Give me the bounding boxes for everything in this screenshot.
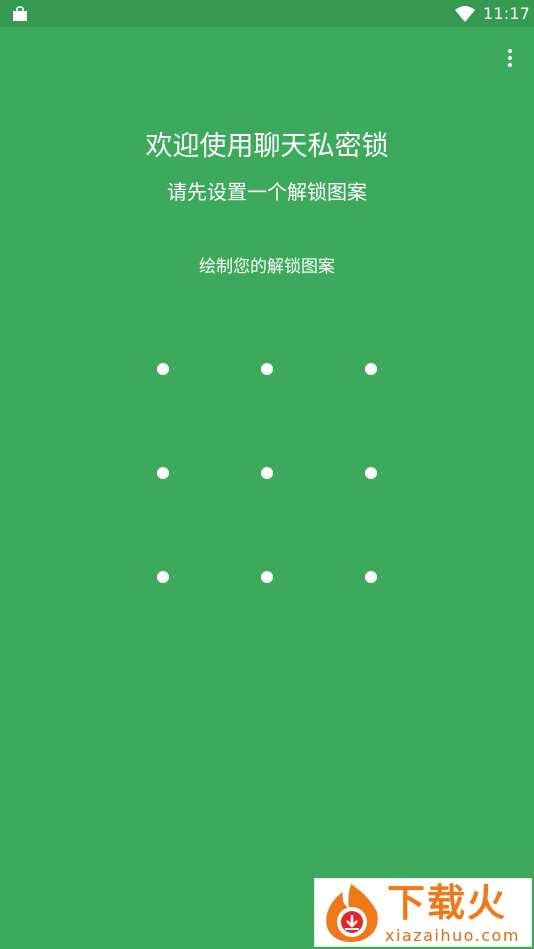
- pattern-dot-2[interactable]: [215, 317, 319, 421]
- status-time: 11:17: [483, 4, 531, 23]
- pattern-dot-3[interactable]: [319, 317, 423, 421]
- more-vert-icon-dot: [508, 56, 512, 60]
- pattern-dot-1[interactable]: [111, 317, 215, 421]
- pattern-dot-5[interactable]: [215, 421, 319, 525]
- flame-download-icon: [326, 884, 378, 942]
- more-vert-icon: [508, 49, 512, 53]
- setup-subtitle: 请先设置一个解锁图案: [167, 180, 367, 204]
- shopping-bag-icon: [13, 6, 27, 21]
- more-vert-icon-dot: [508, 63, 512, 67]
- pattern-dot-9[interactable]: [319, 525, 423, 629]
- wifi-icon: [455, 6, 475, 22]
- watermark-badge: 下载火 xiazaihuo.com: [314, 878, 532, 947]
- pattern-dot-4[interactable]: [111, 421, 215, 525]
- status-bar: 11:17: [0, 0, 534, 27]
- pattern-dot-8[interactable]: [215, 525, 319, 629]
- watermark-domain: xiazaihuo.com: [385, 926, 520, 945]
- pattern-lock-grid[interactable]: [111, 317, 423, 629]
- pattern-dot-6[interactable]: [319, 421, 423, 525]
- draw-instruction: 绘制您的解锁图案: [199, 257, 335, 277]
- more-options-button[interactable]: [498, 44, 522, 72]
- pattern-dot-7[interactable]: [111, 525, 215, 629]
- welcome-title: 欢迎使用聊天私密锁: [145, 131, 389, 162]
- watermark-brand: 下载火: [387, 881, 508, 925]
